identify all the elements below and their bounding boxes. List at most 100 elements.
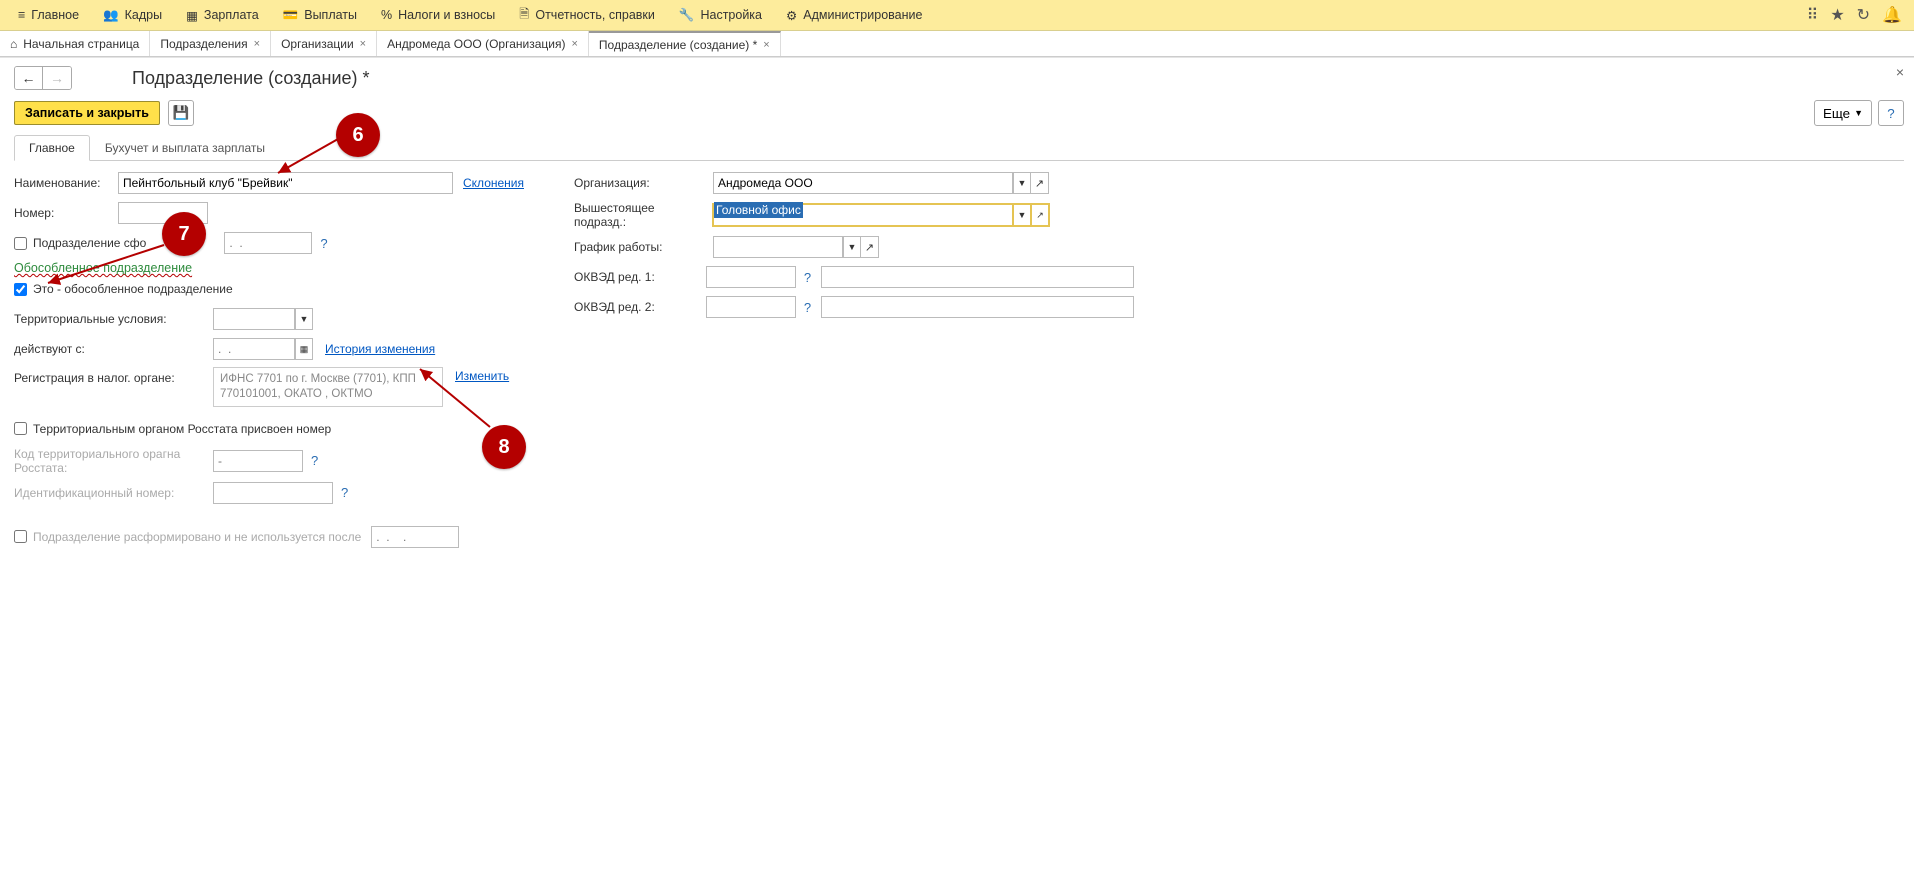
page: × ← → Подразделение (создание) * Записат…	[0, 57, 1914, 555]
name-label: Наименование:	[14, 176, 114, 190]
schedule-input[interactable]	[713, 236, 843, 258]
open-button[interactable]: ↗	[1031, 172, 1049, 194]
tab-podrazdel[interactable]: Подразделения×	[150, 31, 271, 56]
valid-from-input[interactable]	[213, 338, 295, 360]
formed-checkbox[interactable]: Подразделение сфо	[14, 236, 146, 250]
rosstat-code-input[interactable]	[213, 450, 303, 472]
apps-icon[interactable]: ⠿	[1801, 1, 1825, 29]
close-icon[interactable]: ×	[254, 38, 260, 50]
is-separate-checkbox[interactable]: Это - обособленное подразделение	[14, 282, 233, 296]
open-button[interactable]: ↗	[1031, 204, 1049, 226]
tax-registration-label: Регистрация в налог. органе:	[14, 367, 209, 385]
annotation-badge-8: 8	[482, 425, 526, 469]
identification-number-label: Идентификационный номер:	[14, 486, 209, 500]
help-icon[interactable]: ?	[804, 300, 811, 315]
calendar-icon: ▦	[186, 8, 198, 23]
menu-main[interactable]: ≡Главное	[6, 4, 91, 26]
inner-tabs: Главное Бухучет и выплата зарплаты	[14, 134, 1904, 161]
home-icon: ⌂	[10, 37, 17, 51]
menu-otchet[interactable]: 🗎Отчетность, справки	[507, 1, 667, 30]
close-page-icon[interactable]: ×	[1896, 64, 1904, 80]
dropdown-button[interactable]: ▼	[1013, 204, 1031, 226]
nav-back-button[interactable]: ←	[15, 67, 43, 89]
menu-zarplata[interactable]: ▦Зарплата	[174, 4, 271, 27]
chevron-down-icon: ▼	[1854, 108, 1863, 118]
organization-input[interactable]	[713, 172, 1013, 194]
help-button[interactable]: ?	[1878, 100, 1904, 126]
okved2-text-input[interactable]	[821, 296, 1134, 318]
calendar-icon: ▦	[300, 344, 309, 355]
okved1-text-input[interactable]	[821, 266, 1134, 288]
history-icon[interactable]: ↻	[1851, 1, 1876, 29]
name-input[interactable]	[118, 172, 453, 194]
rosstat-number-checkbox[interactable]: Территориальным органом Росстата присвое…	[14, 422, 331, 436]
floppy-icon: 💾	[173, 105, 190, 121]
inner-tab-accounting[interactable]: Бухучет и выплата зарплаты	[90, 135, 280, 161]
declensions-link[interactable]: Склонения	[463, 176, 524, 190]
schedule-label: График работы:	[574, 240, 709, 254]
menu-nalogi[interactable]: %Налоги и взносы	[369, 4, 507, 26]
number-label: Номер:	[14, 206, 114, 220]
tab-home[interactable]: ⌂Начальная страница	[0, 31, 150, 56]
command-bar: Записать и закрыть 💾 Еще▼ ?	[14, 100, 1904, 126]
change-link[interactable]: Изменить	[455, 369, 509, 383]
wrench-icon: 🔧	[679, 8, 695, 23]
document-tabs: ⌂Начальная страница Подразделения× Орган…	[0, 31, 1914, 57]
terr-conditions-input[interactable]	[213, 308, 295, 330]
hamburger-icon: ≡	[18, 8, 25, 22]
more-button[interactable]: Еще▼	[1814, 100, 1872, 126]
history-link[interactable]: История изменения	[325, 342, 435, 356]
dropdown-button[interactable]: ▼	[1013, 172, 1031, 194]
close-icon[interactable]: ×	[763, 39, 769, 51]
inner-tab-main[interactable]: Главное	[14, 135, 90, 161]
save-and-close-button[interactable]: Записать и закрыть	[14, 101, 160, 125]
is-separate-checkbox-input[interactable]	[14, 283, 27, 296]
menu-vyplaty[interactable]: 💳Выплаты	[271, 4, 369, 27]
nav-forward-button[interactable]: →	[43, 67, 71, 89]
identification-number-input[interactable]	[213, 482, 333, 504]
help-icon[interactable]: ?	[341, 485, 348, 500]
separate-subdivision-title: Обособленное подразделение	[14, 261, 534, 275]
menu-nastroika[interactable]: 🔧Настройка	[667, 4, 774, 27]
open-button[interactable]: ↗	[861, 236, 879, 258]
close-icon[interactable]: ×	[571, 38, 577, 50]
organization-label: Организация:	[574, 176, 709, 190]
menu-kadry[interactable]: 👥Кадры	[91, 4, 174, 27]
top-bar: ≡Главное 👥Кадры ▦Зарплата 💳Выплаты %Нало…	[0, 0, 1914, 31]
star-icon[interactable]: ★	[1824, 1, 1850, 29]
help-icon[interactable]: ?	[320, 236, 327, 251]
tab-org[interactable]: Организации×	[271, 31, 377, 56]
bell-icon[interactable]: 🔔	[1876, 1, 1908, 29]
parent-subdivision-label: Вышестоящее подразд.:	[574, 201, 709, 229]
dropdown-button[interactable]: ▼	[843, 236, 861, 258]
annotation-badge-7: 7	[162, 212, 206, 256]
dropdown-button[interactable]: ▼	[295, 308, 313, 330]
parent-subdivision-input[interactable]	[713, 204, 1013, 226]
annotation-badge-6: 6	[336, 113, 380, 157]
document-icon: 🗎	[519, 5, 529, 26]
help-icon[interactable]: ?	[804, 270, 811, 285]
valid-from-label: действуют с:	[14, 342, 209, 356]
close-icon[interactable]: ×	[360, 38, 366, 50]
formed-date-input[interactable]	[224, 232, 312, 254]
okved1-code-input[interactable]	[706, 266, 796, 288]
formed-checkbox-input[interactable]	[14, 237, 27, 250]
rosstat-number-checkbox-input[interactable]	[14, 422, 27, 435]
form-area: Наименование: Склонения Номер: Подраздел…	[14, 171, 1904, 555]
gear-icon: ⚙	[786, 8, 797, 23]
menu-admin[interactable]: ⚙Администрирование	[774, 4, 934, 27]
disbanded-checkbox[interactable]: Подразделение расформировано и не исполь…	[14, 530, 361, 544]
tax-registration-box: ИФНС 7701 по г. Москве (7701), КПП 77010…	[213, 367, 443, 407]
tab-andromeda[interactable]: Андромеда ООО (Организация)×	[377, 31, 589, 56]
wallet-icon: 💳	[283, 8, 299, 23]
help-icon[interactable]: ?	[311, 453, 318, 468]
tab-create-podrazdel[interactable]: Подразделение (создание) *×	[589, 31, 781, 56]
disbanded-checkbox-input[interactable]	[14, 530, 27, 543]
save-button[interactable]: 💾	[168, 100, 194, 126]
terr-conditions-label: Территориальные условия:	[14, 312, 209, 326]
okved1-label: ОКВЭД ред. 1:	[574, 270, 702, 284]
calendar-button[interactable]: ▦	[295, 338, 313, 360]
okved2-code-input[interactable]	[706, 296, 796, 318]
disbanded-date-input[interactable]	[371, 526, 459, 548]
page-title: Подразделение (создание) *	[132, 68, 370, 89]
